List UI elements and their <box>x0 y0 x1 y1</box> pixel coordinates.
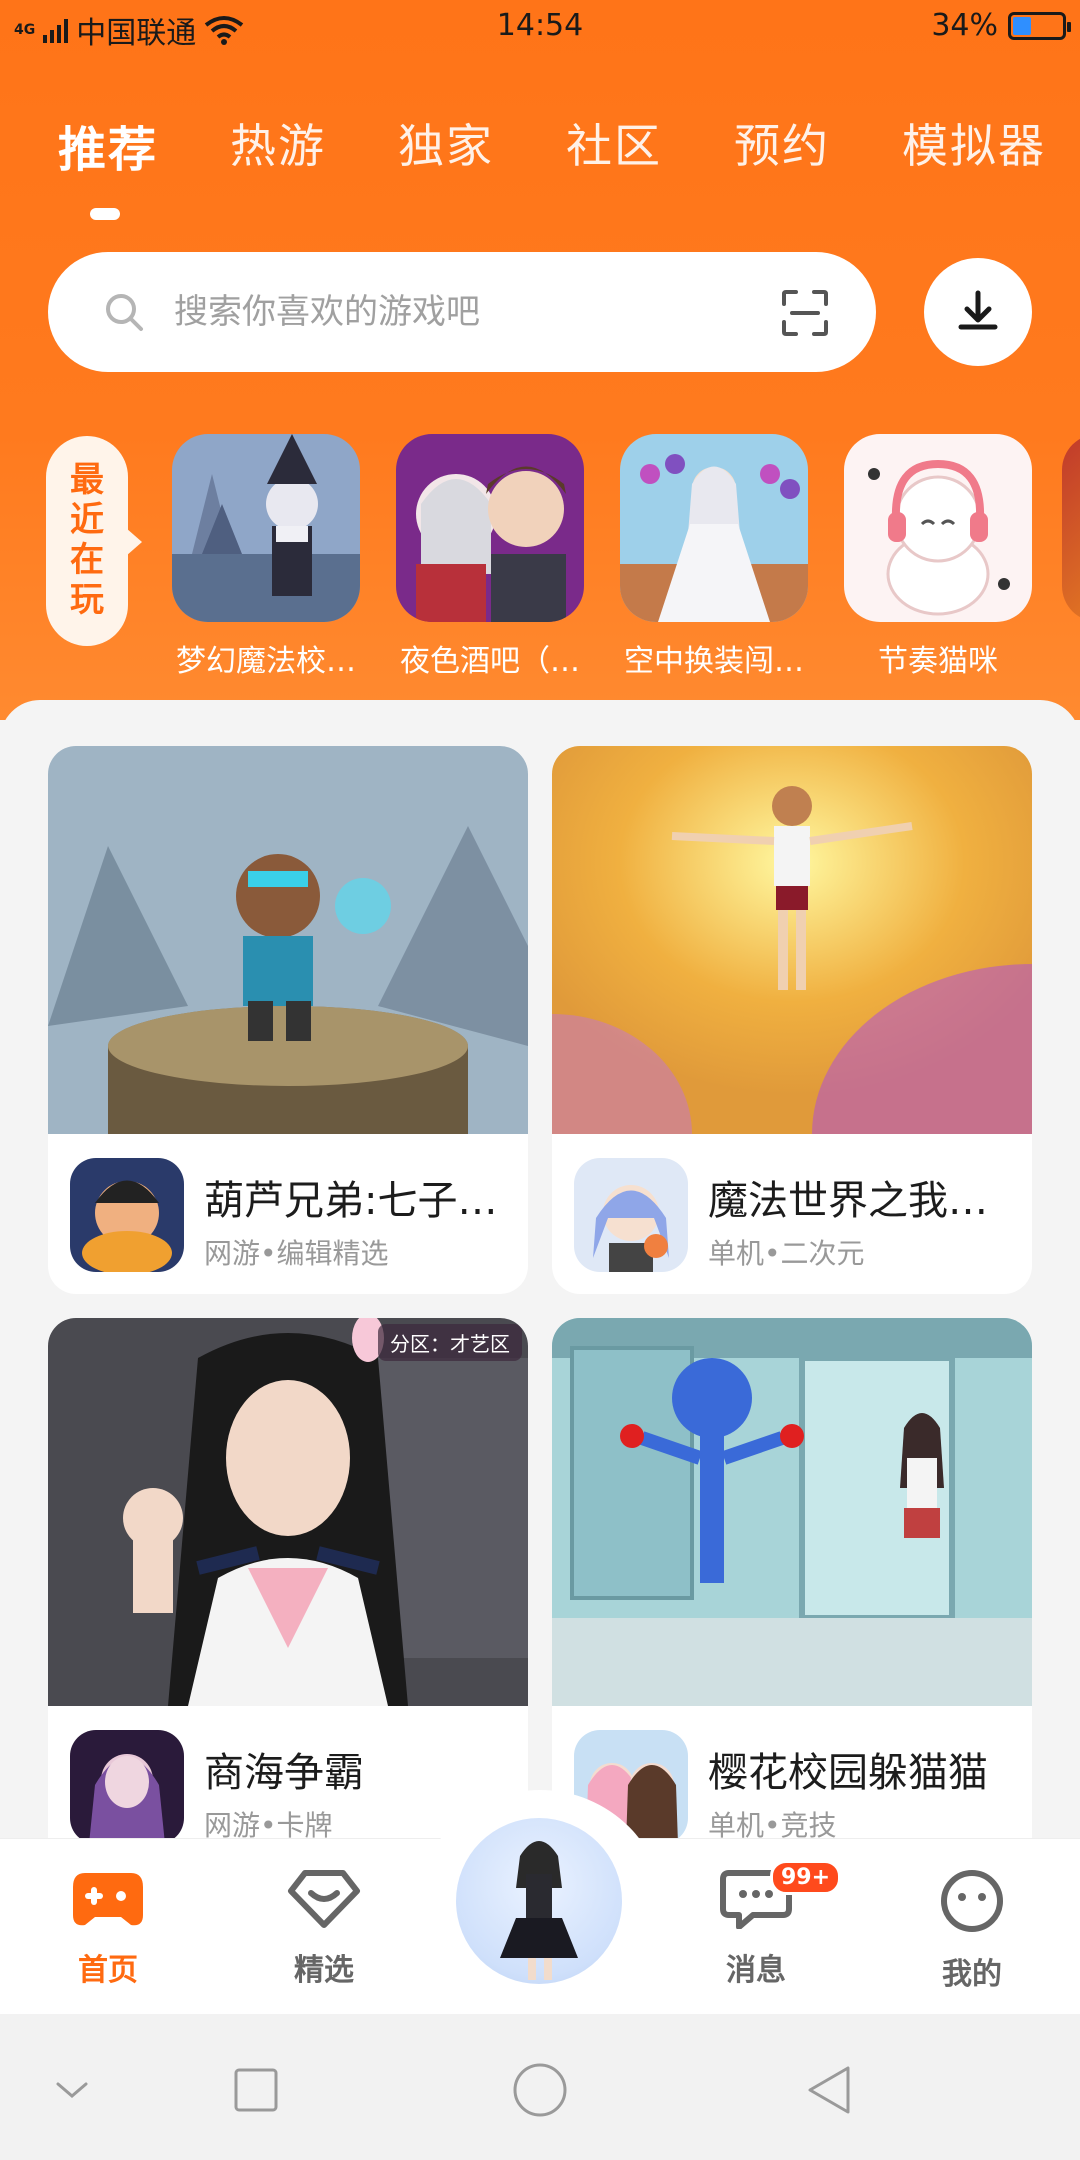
recent-game-item-partial[interactable] <box>1062 434 1080 622</box>
nav-home[interactable]: 首页 <box>48 1869 168 1989</box>
game-card[interactable]: 魔法世界之我… 单机•二次元 <box>552 746 1032 1294</box>
search-icon <box>106 294 143 331</box>
game-tags: 网游•卡牌 <box>204 1809 333 1840</box>
app-icon <box>574 1158 688 1272</box>
nav-featured-label: 精选 <box>294 1953 354 1988</box>
battery-percent: 34% <box>931 8 998 43</box>
top-tabs: 推荐 热游 独家 社区 预约 模拟器 <box>58 110 1046 180</box>
tab-emulator[interactable]: 模拟器 <box>902 110 1046 180</box>
recent-game-item[interactable]: 梦幻魔法校… <box>172 434 360 680</box>
game-cover: 分区：才艺区 <box>48 1318 528 1706</box>
tab-exclusive[interactable]: 独家 <box>398 110 494 180</box>
game-thumbnail <box>172 434 360 622</box>
game-tags: 网游•编辑精选 <box>204 1237 389 1270</box>
game-title: 樱花校园躲猫猫 <box>708 1750 988 1796</box>
search-bar[interactable] <box>48 252 876 372</box>
messages-count-badge: 99+ <box>770 1860 842 1895</box>
recent-played-label: 最近在玩 <box>46 436 142 646</box>
download-button[interactable] <box>924 258 1032 366</box>
game-tags: 单机•竞技 <box>708 1809 837 1840</box>
system-nav-bar <box>0 2014 1080 2160</box>
nav-mine[interactable]: 我的 <box>912 1869 1032 1993</box>
game-card[interactable]: 分区：才艺区 商海争霸 网游•卡牌 <box>48 1318 528 1840</box>
nav-mine-label: 我的 <box>942 1957 1002 1992</box>
game-tags: 单机•二次元 <box>708 1237 865 1270</box>
tab-hot-games[interactable]: 热游 <box>230 110 326 180</box>
smiley-icon <box>941 1870 1003 1932</box>
game-title: 商海争霸 <box>204 1750 364 1796</box>
scan-icon[interactable] <box>780 288 830 338</box>
recent-game-item[interactable]: 空中换装闯… <box>620 434 808 680</box>
zone-badge: 分区：才艺区 <box>378 1324 522 1361</box>
game-cover <box>552 1318 1032 1706</box>
game-name: 空中换装闯… <box>624 644 804 679</box>
game-cover <box>48 746 528 1134</box>
game-thumbnail <box>620 434 808 622</box>
game-thumbnail <box>844 434 1032 622</box>
back-triangle-icon[interactable] <box>800 2060 860 2120</box>
recent-game-item[interactable]: 夜色酒吧（… <box>396 434 584 680</box>
center-avatar[interactable] <box>456 1818 622 1984</box>
nav-home-label: 首页 <box>78 1953 138 1988</box>
recent-game-item[interactable]: 节奏猫咪 <box>844 434 1032 680</box>
tab-community[interactable]: 社区 <box>566 110 662 180</box>
game-thumbnail <box>396 434 584 622</box>
nav-messages-label: 消息 <box>726 1953 786 1988</box>
game-title: 魔法世界之我… <box>708 1178 988 1224</box>
game-name: 夜色酒吧（… <box>400 644 580 679</box>
game-name: 梦幻魔法校… <box>176 644 356 679</box>
diamond-icon <box>288 1870 360 1928</box>
tab-reservation[interactable]: 预约 <box>734 110 830 180</box>
game-card[interactable]: 樱花校园躲猫猫 单机•竞技 <box>552 1318 1032 1840</box>
app-icon <box>70 1158 184 1272</box>
recent-apps-icon[interactable] <box>226 2060 286 2120</box>
game-title: 葫芦兄弟:七子… <box>204 1178 498 1224</box>
tab-indicator <box>90 208 120 220</box>
game-name: 节奏猫咪 <box>878 644 998 679</box>
gamepad-icon <box>73 1873 143 1926</box>
game-card[interactable]: 葫芦兄弟:七子… 网游•编辑精选 <box>48 746 528 1294</box>
home-circle-icon[interactable] <box>510 2060 570 2120</box>
chevron-down-icon[interactable] <box>42 2060 102 2120</box>
clock: 14:54 <box>496 8 584 43</box>
game-feed: 葫芦兄弟:七子… 网游•编辑精选 魔法世界之我… 单机•二次元 分区：才艺区 商… <box>0 700 1080 1840</box>
recent-label-text: 最近在玩 <box>70 460 104 620</box>
status-bar: 4G 中国联通 14:54 34% <box>0 0 1080 56</box>
search-input[interactable] <box>174 282 774 342</box>
recent-games-list: 梦幻魔法校… 夜色酒吧（… 空中换装闯… 节奏猫咪 <box>172 434 1032 680</box>
app-icon <box>70 1730 184 1840</box>
nav-featured[interactable]: 精选 <box>264 1869 384 1989</box>
battery-icon <box>1008 11 1071 40</box>
game-cover <box>552 746 1032 1294</box>
tab-recommend[interactable]: 推荐 <box>58 110 158 180</box>
download-icon <box>958 290 998 330</box>
